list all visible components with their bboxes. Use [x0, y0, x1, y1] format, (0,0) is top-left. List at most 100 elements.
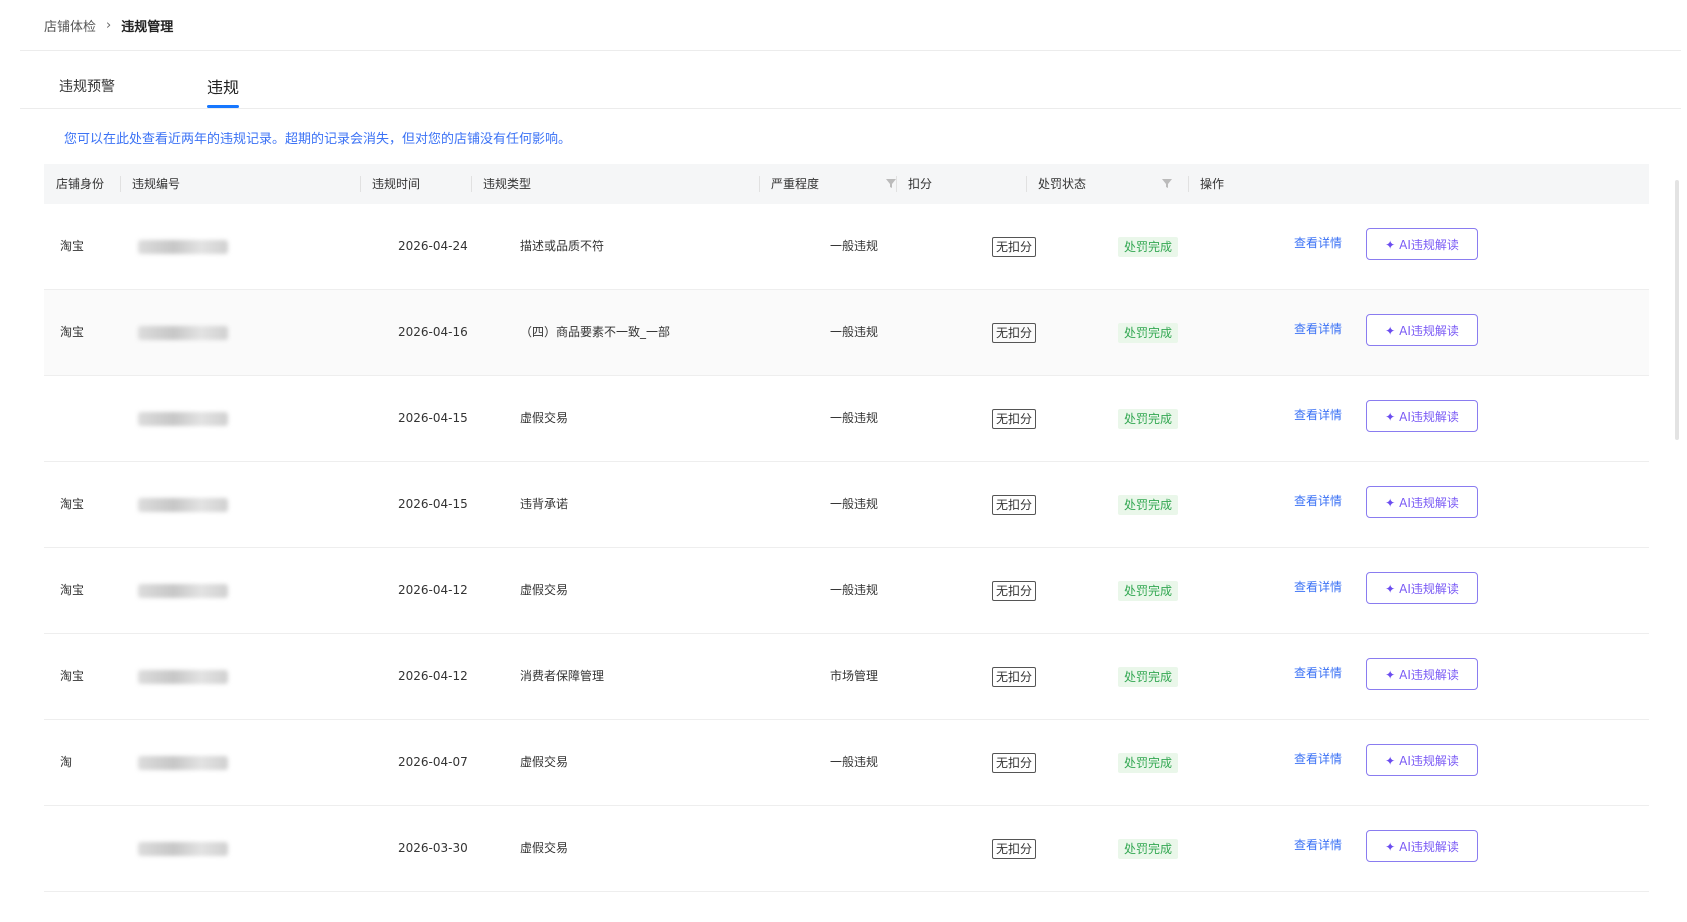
- view-detail-link[interactable]: 查看详情: [1294, 373, 1342, 458]
- penalty-status-cell: 处罚完成: [1118, 462, 1179, 547]
- ai-interpret-label: AI违规解读: [1399, 582, 1459, 596]
- tab-violations[interactable]: 违规: [207, 74, 240, 108]
- sparkle-icon: ✦: [1385, 668, 1396, 682]
- status-badge: 处罚完成: [1118, 580, 1179, 601]
- ai-interpret-label: AI违规解读: [1399, 324, 1459, 338]
- penalty-status-cell: 处罚完成: [1118, 720, 1179, 805]
- violation-id: [138, 376, 228, 461]
- violation-time: 2026-04-07: [398, 755, 468, 769]
- redacted-id: [138, 239, 228, 254]
- ai-interpret-button[interactable]: ✦ AI违规解读: [1366, 744, 1478, 776]
- header-divider: [20, 50, 1681, 51]
- deduction-badge: 无扣分: [992, 838, 1037, 859]
- header-actions-label: 操作: [1200, 177, 1225, 191]
- sparkle-icon: ✦: [1385, 324, 1396, 338]
- deduction-cell: 无扣分: [992, 462, 1037, 547]
- violation-time: 2026-04-15: [398, 411, 468, 425]
- header-actions: 操作: [1188, 164, 1225, 204]
- redacted-id: [138, 755, 228, 770]
- ai-interpret-label: AI违规解读: [1399, 840, 1459, 854]
- status-filter-icon[interactable]: [1160, 176, 1174, 190]
- deduction-badge: 无扣分: [992, 236, 1037, 257]
- violation-id: [138, 720, 228, 805]
- vertical-scrollbar[interactable]: [1675, 180, 1679, 440]
- ai-interpret-label: AI违规解读: [1399, 496, 1459, 510]
- breadcrumb: 店铺体检 › 违规管理: [44, 16, 173, 35]
- header-violation-time: 违规时间: [360, 164, 420, 204]
- header-violation-id: 违规编号: [120, 164, 180, 204]
- view-detail-link[interactable]: 查看详情: [1294, 545, 1342, 630]
- view-detail-link[interactable]: 查看详情: [1294, 287, 1342, 372]
- ai-interpret-button[interactable]: ✦ AI违规解读: [1366, 228, 1478, 260]
- violation-time: 2026-03-30: [398, 841, 468, 855]
- ai-interpret-button[interactable]: ✦ AI违规解读: [1366, 486, 1478, 518]
- shop-identity: 淘宝: [60, 669, 85, 683]
- deduction-badge: 无扣分: [992, 752, 1037, 773]
- shop-identity: 淘: [60, 755, 73, 769]
- violation-id: [138, 290, 228, 375]
- table-row: 淘 2026-04-07 虚假交易 一般违规 无扣分 处罚完成 查看详情 ✦ AI…: [44, 720, 1649, 806]
- view-detail-link[interactable]: 查看详情: [1294, 201, 1342, 286]
- penalty-status-cell: 处罚完成: [1118, 290, 1179, 375]
- breadcrumb-current: 违规管理: [121, 20, 174, 35]
- ai-interpret-button[interactable]: ✦ AI违规解读: [1366, 658, 1478, 690]
- header-shop-identity: 店铺身份: [56, 177, 105, 191]
- sparkle-icon: ✦: [1385, 582, 1396, 596]
- violation-type: 虚假交易: [520, 411, 569, 425]
- header-penalty-status: 处罚状态: [1026, 164, 1086, 204]
- shop-identity: 淘宝: [60, 325, 85, 339]
- table-row: 2026-04-15 虚假交易 一般违规 无扣分 处罚完成 查看详情 ✦ AI违规…: [44, 376, 1649, 462]
- severity: 一般违规: [830, 239, 879, 253]
- deduction-cell: 无扣分: [992, 720, 1037, 805]
- violation-time: 2026-04-16: [398, 325, 468, 339]
- tab-bar: 违规预警 违规: [20, 66, 1681, 109]
- ai-interpret-button[interactable]: ✦ AI违规解读: [1366, 830, 1478, 862]
- header-deduction: 扣分: [896, 164, 933, 204]
- penalty-status-cell: 处罚完成: [1118, 204, 1179, 289]
- redacted-id: [138, 583, 228, 598]
- notice-text: 您可以在此处查看近两年的违规记录。超期的记录会消失，但对您的店铺没有任何影响。: [64, 132, 572, 147]
- sparkle-icon: ✦: [1385, 410, 1396, 424]
- tab-violation-warning[interactable]: 违规预警: [59, 76, 115, 96]
- view-detail-link[interactable]: 查看详情: [1294, 459, 1342, 544]
- sparkle-icon: ✦: [1385, 840, 1396, 854]
- violation-id: [138, 806, 228, 891]
- ai-interpret-button[interactable]: ✦ AI违规解读: [1366, 572, 1478, 604]
- sparkle-icon: ✦: [1385, 496, 1396, 510]
- sparkle-icon: ✦: [1385, 754, 1396, 768]
- ai-interpret-label: AI违规解读: [1399, 410, 1459, 424]
- sparkle-icon: ✦: [1385, 238, 1396, 252]
- header-deduction-label: 扣分: [908, 177, 933, 191]
- deduction-badge: 无扣分: [992, 322, 1037, 343]
- deduction-badge: 无扣分: [992, 580, 1037, 601]
- violation-type: 虚假交易: [520, 583, 569, 597]
- violation-type: 违背承诺: [520, 497, 569, 511]
- table-row: 淘宝 2026-04-15 违背承诺 一般违规 无扣分 处罚完成 查看详情 ✦ A…: [44, 462, 1649, 548]
- violations-table: 店铺身份 违规编号 违规时间 违规类型 严重程度 扣分 处罚状态 操作 淘宝 2…: [44, 164, 1649, 892]
- table-row: 淘宝 2026-04-16 （四）商品要素不一致_一部 一般违规 无扣分 处罚完…: [44, 290, 1649, 376]
- view-detail-link[interactable]: 查看详情: [1294, 803, 1342, 888]
- penalty-status-cell: 处罚完成: [1118, 376, 1179, 461]
- severity: 一般违规: [830, 755, 879, 769]
- breadcrumb-parent[interactable]: 店铺体检: [44, 16, 96, 35]
- redacted-id: [138, 497, 228, 512]
- status-badge: 处罚完成: [1118, 494, 1179, 515]
- violation-time: 2026-04-24: [398, 239, 468, 253]
- ai-interpret-button[interactable]: ✦ AI违规解读: [1366, 314, 1478, 346]
- violation-type: 消费者保障管理: [520, 669, 605, 683]
- deduction-cell: 无扣分: [992, 548, 1037, 633]
- shop-identity: 淘宝: [60, 239, 85, 253]
- header-severity: 严重程度: [759, 164, 819, 204]
- ai-interpret-button[interactable]: ✦ AI违规解读: [1366, 400, 1478, 432]
- violation-type: 虚假交易: [520, 841, 569, 855]
- severity: 市场管理: [830, 669, 879, 683]
- penalty-status-cell: 处罚完成: [1118, 548, 1179, 633]
- violation-type: 描述或品质不符: [520, 239, 605, 253]
- view-detail-link[interactable]: 查看详情: [1294, 717, 1342, 802]
- table-row: 淘宝 2026-04-24 描述或品质不符 一般违规 无扣分 处罚完成 查看详情…: [44, 204, 1649, 290]
- severity: 一般违规: [830, 411, 879, 425]
- view-detail-link[interactable]: 查看详情: [1294, 631, 1342, 716]
- status-badge: 处罚完成: [1118, 666, 1179, 687]
- violation-time: 2026-04-12: [398, 669, 468, 683]
- deduction-cell: 无扣分: [992, 290, 1037, 375]
